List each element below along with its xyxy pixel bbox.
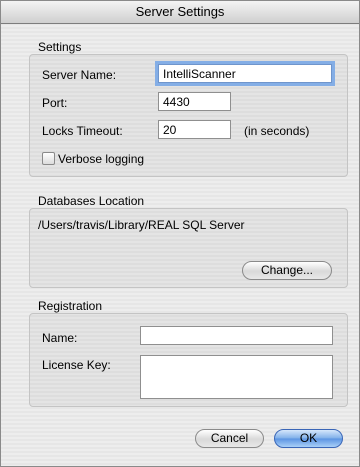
locks-timeout-field[interactable]	[158, 120, 231, 139]
license-key-field[interactable]	[140, 355, 333, 399]
databases-group: /Users/travis/Library/REAL SQL Server Ch…	[29, 208, 348, 288]
verbose-logging-label[interactable]: Verbose logging	[58, 152, 144, 166]
license-key-label: License Key:	[42, 358, 111, 372]
databases-group-title: Databases Location	[38, 194, 145, 208]
registration-name-label: Name:	[42, 331, 78, 345]
locks-timeout-label: Locks Timeout:	[42, 124, 123, 138]
databases-path: /Users/travis/Library/REAL SQL Server	[38, 218, 245, 232]
ok-button[interactable]: OK	[274, 429, 343, 448]
window-title: Server Settings	[1, 1, 359, 24]
settings-group-title: Settings	[38, 40, 82, 54]
verbose-logging-checkbox[interactable]	[42, 152, 55, 165]
change-location-button[interactable]: Change...	[242, 261, 332, 280]
settings-group: Server Name: Port: Locks Timeout: (in se…	[29, 54, 348, 177]
locks-timeout-unit: (in seconds)	[244, 124, 310, 138]
registration-group: Name: License Key:	[29, 313, 348, 407]
registration-group-title: Registration	[38, 299, 103, 313]
server-name-field[interactable]	[158, 64, 332, 83]
server-name-label: Server Name:	[42, 68, 117, 82]
server-settings-window: Server Settings Settings Server Name: Po…	[0, 0, 360, 467]
cancel-button[interactable]: Cancel	[195, 429, 264, 448]
port-field[interactable]	[158, 92, 231, 111]
port-label: Port:	[42, 96, 68, 110]
registration-name-field[interactable]	[140, 326, 333, 345]
